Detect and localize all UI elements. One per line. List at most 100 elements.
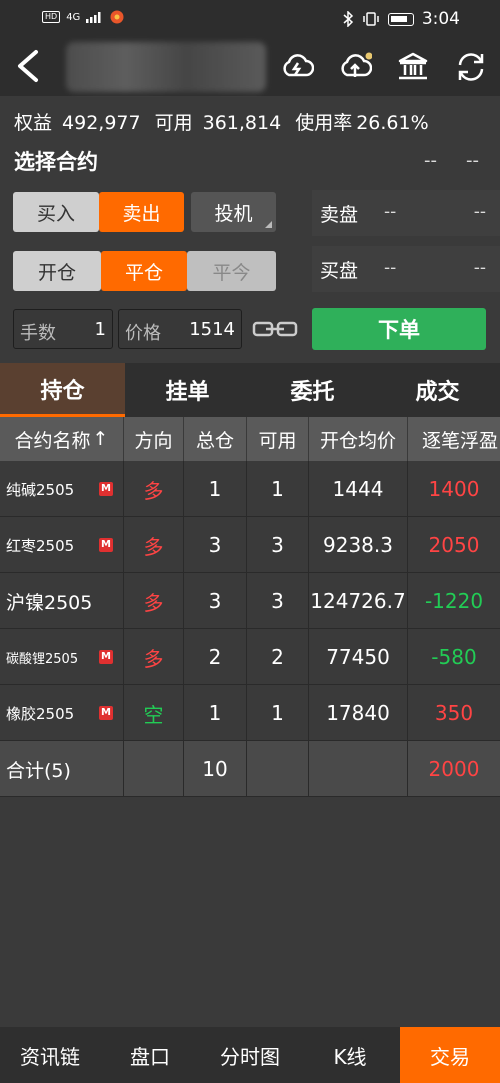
open-avg-price: 77450 bbox=[309, 629, 408, 685]
open-position-button[interactable]: 开仓 bbox=[13, 251, 101, 291]
usage-label: 使用率 bbox=[295, 112, 353, 134]
open-avg-price: 1444 bbox=[309, 461, 408, 517]
floating-pnl: -580 bbox=[431, 645, 477, 669]
nav-intraday-chart[interactable]: 分时图 bbox=[200, 1027, 300, 1083]
total-available-empty bbox=[247, 741, 309, 797]
table-row[interactable]: 橡胶2505 M 空 1 1 17840 350 bbox=[0, 685, 500, 741]
direction: 多 bbox=[124, 517, 184, 573]
close-today-button[interactable]: 平今 bbox=[187, 251, 276, 291]
floating-pnl: -1220 bbox=[424, 589, 484, 613]
bottom-nav: 资讯链 盘口 分时图 K线 交易 bbox=[0, 1027, 500, 1083]
ask-label: 卖盘 bbox=[320, 204, 359, 226]
contract-name: 纯碱2505 bbox=[6, 480, 75, 499]
vibrate-icon bbox=[363, 12, 379, 26]
direction: 多 bbox=[124, 461, 184, 517]
tab-pending[interactable]: 挂单 bbox=[125, 363, 250, 417]
open-avg-price: 9238.3 bbox=[309, 517, 408, 573]
table-row[interactable]: 红枣2505 M 多 3 3 9238.3 2050 bbox=[0, 517, 500, 573]
total-label: 合计(5) bbox=[0, 741, 124, 797]
positions-table-header: 合约名称 ↑ 方向 总仓 可用 开仓均价 逐笔浮盈 bbox=[0, 417, 500, 461]
bid-price: -- bbox=[384, 258, 397, 278]
sell-button[interactable]: 卖出 bbox=[99, 192, 184, 232]
usage-value: 26.61% bbox=[356, 112, 429, 134]
tab-positions[interactable]: 持仓 bbox=[0, 363, 125, 417]
back-button[interactable] bbox=[10, 46, 46, 86]
col-contract-name-label: 合约名称 bbox=[14, 429, 91, 452]
sort-arrow-icon: ↑ bbox=[92, 428, 109, 450]
price-label: 价格 bbox=[125, 323, 161, 344]
bank-icon[interactable] bbox=[396, 50, 430, 84]
available-value: 361,814 bbox=[202, 112, 282, 134]
buy-button[interactable]: 买入 bbox=[13, 192, 99, 232]
nav-trade[interactable]: 交易 bbox=[400, 1027, 500, 1083]
total-price-empty bbox=[309, 741, 408, 797]
col-total[interactable]: 总仓 bbox=[184, 417, 247, 461]
nav-kline[interactable]: K线 bbox=[300, 1027, 400, 1083]
cloud-sync-icon[interactable] bbox=[280, 50, 314, 84]
equity-value: 492,977 bbox=[62, 112, 141, 134]
quantity-label: 手数 bbox=[20, 323, 56, 344]
nav-order-book[interactable]: 盘口 bbox=[100, 1027, 200, 1083]
network-indicator: 4G bbox=[66, 11, 81, 23]
signal-icon bbox=[86, 12, 101, 23]
direction: 多 bbox=[124, 629, 184, 685]
dropdown-corner-icon bbox=[265, 221, 272, 228]
total-direction-empty bbox=[124, 741, 184, 797]
margin-badge-icon: M bbox=[99, 482, 113, 496]
close-position-button[interactable]: 平仓 bbox=[101, 251, 187, 291]
col-contract-name[interactable]: 合约名称 ↑ bbox=[0, 417, 124, 461]
ask-volume: -- bbox=[473, 202, 486, 222]
table-row[interactable]: 沪镍2505 多 3 3 124726.7 -1220 bbox=[0, 573, 500, 629]
price-field[interactable]: 价格 1514 bbox=[118, 309, 242, 349]
total-position: 2 bbox=[184, 629, 247, 685]
contract-name: 沪镍2505 bbox=[6, 591, 93, 614]
battery-icon bbox=[387, 12, 414, 26]
table-row[interactable]: 纯碱2505 M 多 1 1 1444 1400 bbox=[0, 461, 500, 517]
direction: 空 bbox=[124, 685, 184, 741]
select-contract[interactable]: 选择合约 bbox=[14, 146, 98, 176]
open-avg-price: 17840 bbox=[309, 685, 408, 741]
place-order-button[interactable]: 下单 bbox=[312, 308, 486, 350]
margin-badge-icon: M bbox=[99, 650, 113, 664]
available-position: 2 bbox=[247, 629, 309, 685]
top-bar bbox=[0, 38, 500, 96]
contract-name: 橡胶2505 bbox=[6, 704, 75, 723]
cloud-upload-icon[interactable] bbox=[338, 50, 372, 84]
col-direction[interactable]: 方向 bbox=[124, 417, 184, 461]
col-pnl[interactable]: 逐笔浮盈 bbox=[408, 417, 500, 461]
ask-price: -- bbox=[384, 202, 397, 222]
refresh-icon[interactable] bbox=[454, 50, 488, 84]
contract-dash-2: -- bbox=[466, 150, 479, 171]
quantity-field[interactable]: 手数 1 bbox=[13, 309, 113, 349]
nav-news-chain[interactable]: 资讯链 bbox=[0, 1027, 100, 1083]
table-total-row: 合计(5) 10 2000 bbox=[0, 741, 500, 797]
price-value: 1514 bbox=[189, 319, 235, 340]
clock: 3:04 bbox=[421, 9, 460, 29]
table-row[interactable]: 碳酸锂2505 M 多 2 2 77450 -580 bbox=[0, 629, 500, 685]
hd-indicator: HD bbox=[42, 11, 61, 23]
tab-trades[interactable]: 成交 bbox=[375, 363, 500, 417]
col-available[interactable]: 可用 bbox=[247, 417, 309, 461]
speculation-label: 投机 bbox=[214, 202, 253, 225]
available-position: 3 bbox=[247, 517, 309, 573]
floating-pnl: 2050 bbox=[428, 533, 480, 557]
available-position: 1 bbox=[247, 461, 309, 517]
open-avg-price: 124726.7 bbox=[309, 573, 408, 629]
ask-quote: 卖盘 -- -- bbox=[312, 190, 500, 236]
equity-label: 权益 bbox=[14, 112, 53, 134]
floating-pnl: 350 bbox=[434, 701, 474, 725]
total-position: 1 bbox=[184, 461, 247, 517]
margin-badge-icon: M bbox=[99, 538, 113, 552]
bid-quote: 买盘 -- -- bbox=[312, 246, 500, 292]
link-icon[interactable] bbox=[252, 318, 298, 340]
col-open-price[interactable]: 开仓均价 bbox=[309, 417, 408, 461]
tab-orders[interactable]: 委托 bbox=[250, 363, 375, 417]
status-bar: HD 4G 3:04 bbox=[0, 0, 500, 38]
speculation-select[interactable]: 投机 bbox=[191, 192, 276, 232]
bid-label: 买盘 bbox=[320, 260, 359, 282]
account-summary: 权益 492,977 可用 361,814 使用率 26.61% bbox=[14, 108, 439, 135]
available-position: 1 bbox=[247, 685, 309, 741]
contract-name: 红枣2505 bbox=[6, 536, 75, 555]
total-pnl: 2000 bbox=[428, 757, 480, 781]
available-position: 3 bbox=[247, 573, 309, 629]
